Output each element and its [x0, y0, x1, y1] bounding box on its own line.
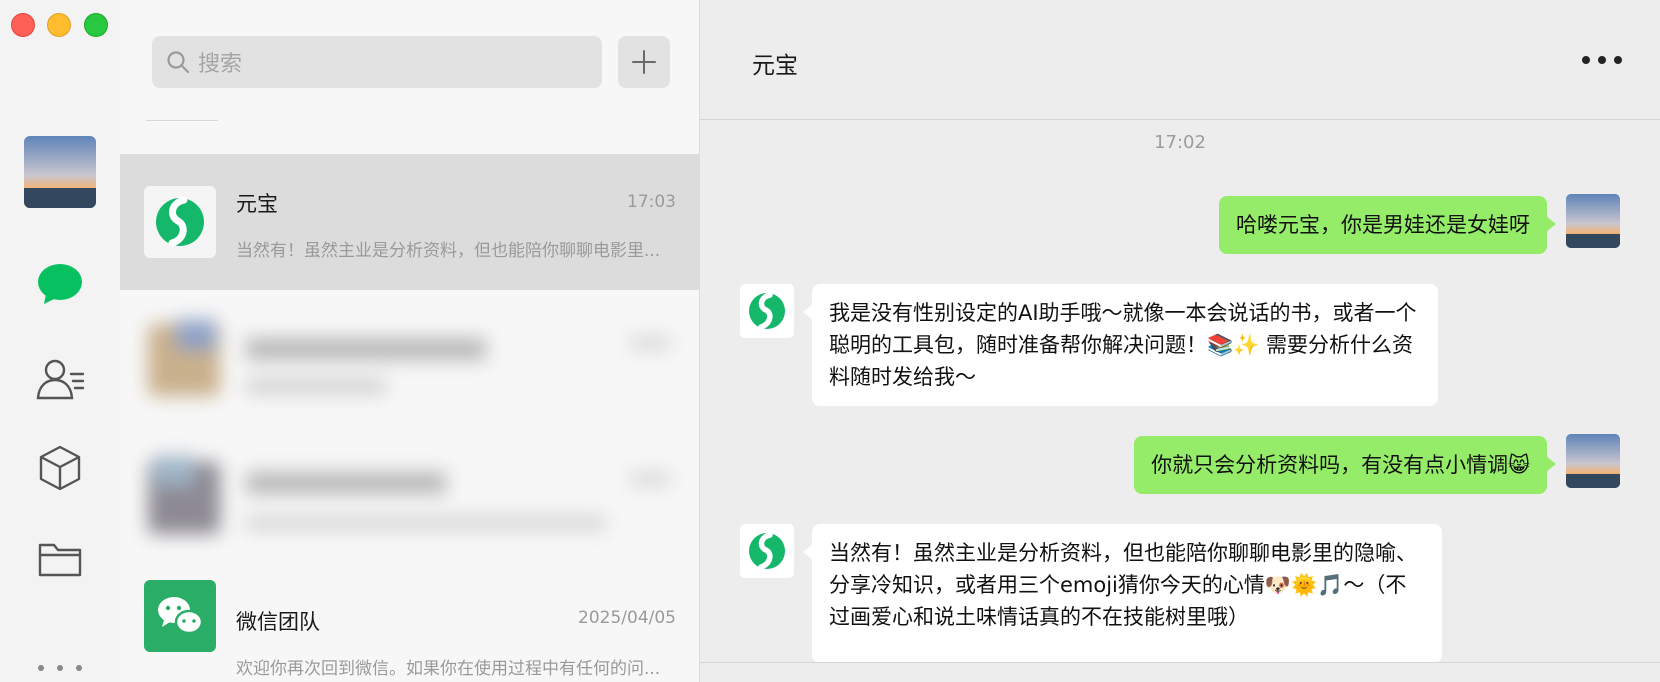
chat-item-time: 2025/04/05 [578, 608, 676, 628]
search-input[interactable]: 搜索 [152, 36, 602, 88]
plus-icon [632, 50, 656, 74]
input-divider [700, 662, 1660, 663]
conversation-header: 元宝 [700, 0, 1660, 120]
chat-item-yuanbao[interactable]: 元宝 17:03 当然有！虽然主业是分析资料，但也能陪你聊聊电影里... [120, 154, 699, 290]
search-placeholder: 搜索 [198, 52, 243, 77]
nav-rail [0, 0, 120, 682]
mini-programs-icon[interactable] [30, 440, 90, 496]
yuanbao-avatar [144, 186, 216, 258]
more-options-icon[interactable] [1582, 48, 1622, 72]
chat-item-time: 17:03 [627, 192, 676, 212]
blurred-chat-item[interactable] [140, 300, 680, 420]
window-maximize-button[interactable] [84, 13, 108, 37]
more-icon[interactable] [38, 658, 82, 678]
chat-list-panel: 搜索 元宝 17:03 当然有！虽然主业是分析资料，但也能陪你聊聊电影里... [120, 0, 700, 682]
message-timestamp: 17:02 [1154, 132, 1206, 153]
chat-item-name: 微信团队 [236, 610, 320, 634]
files-icon[interactable] [30, 531, 90, 587]
chat-item-wechat-team[interactable]: 微信团队 2025/04/05 欢迎你再次回到微信。如果你在使用过程中有任何的问… [120, 564, 699, 682]
chats-icon[interactable] [30, 256, 90, 312]
yuanbao-message-bubble[interactable]: 我是没有性别设定的AI助手哦～就像一本会说话的书，或者一个聪明的工具包，随时准备… [803, 284, 1438, 406]
my-avatar[interactable] [24, 136, 96, 208]
search-icon [167, 51, 190, 74]
my-message-bubble[interactable]: 哈喽元宝，你是男娃还是女娃呀 [1219, 196, 1556, 254]
window-close-button[interactable] [11, 13, 35, 37]
add-button[interactable] [618, 36, 670, 88]
blurred-chat-item[interactable] [140, 436, 680, 556]
my-message-avatar[interactable] [1566, 194, 1620, 248]
yuanbao-message-bubble[interactable]: 当然有！虽然主业是分析资料，但也能陪你聊聊电影里的隐喻、分享冷知识，或者用三个e… [803, 524, 1442, 663]
my-message-bubble[interactable]: 你就只会分析资料吗，有没有点小情调😸 [1134, 436, 1556, 494]
wechat-team-avatar [144, 580, 216, 652]
chat-item-preview: 当然有！虽然主业是分析资料，但也能陪你聊聊电影里... [236, 241, 661, 261]
divider [146, 120, 218, 121]
conversation-title: 元宝 [752, 53, 798, 79]
conversation-pane: 元宝 17:02 哈喽元宝，你是男娃还是女娃呀 我是没有性别设定的AI助手哦～就… [700, 0, 1660, 682]
yuanbao-message-avatar[interactable] [740, 524, 794, 578]
my-message-avatar[interactable] [1566, 434, 1620, 488]
window-minimize-button[interactable] [47, 13, 71, 37]
yuanbao-message-avatar[interactable] [740, 284, 794, 338]
contacts-icon[interactable] [30, 350, 90, 406]
chat-item-preview: 欢迎你再次回到微信。如果你在使用过程中有任何的问... [236, 659, 661, 679]
chat-item-name: 元宝 [236, 192, 278, 216]
